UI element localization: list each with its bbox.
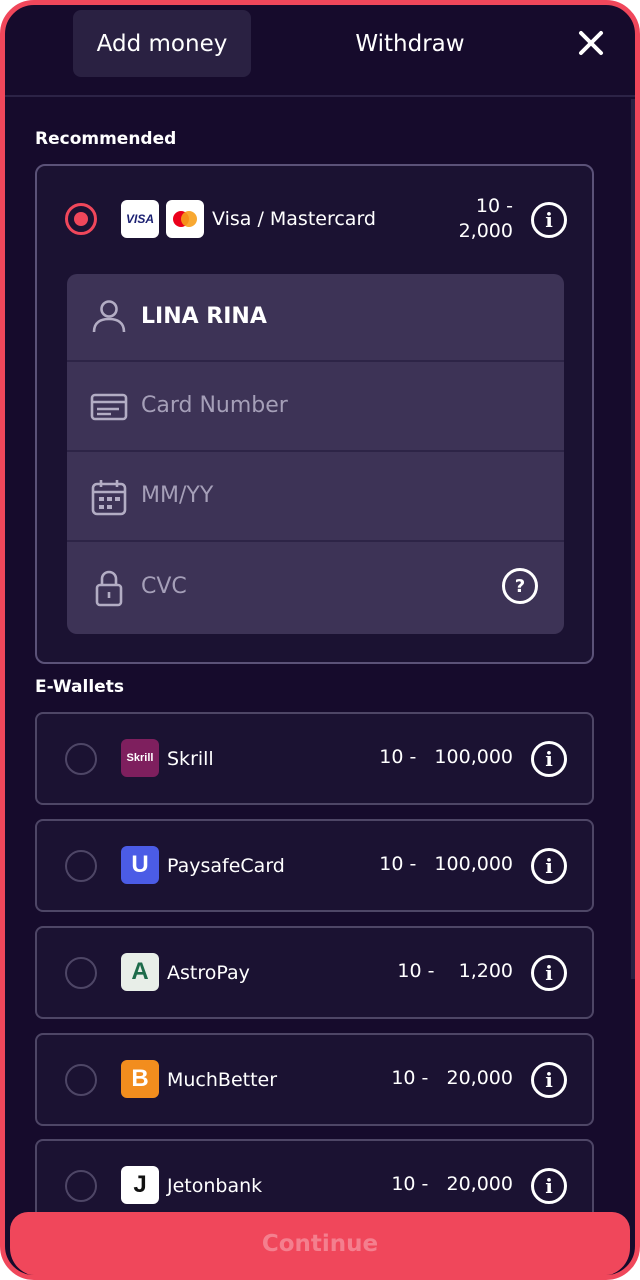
radio-skrill[interactable]: [65, 743, 97, 775]
method-name-visa-mastercard: Visa / Mastercard: [212, 208, 376, 230]
section-title-recommended: Recommended: [35, 129, 177, 149]
range-visa-mastercard: 10 - 2,000: [437, 194, 513, 244]
skrill-logo: Skrill: [121, 739, 159, 777]
info-icon[interactable]: i: [531, 1062, 567, 1098]
radio-visa-mastercard[interactable]: [65, 203, 97, 235]
info-icon[interactable]: i: [531, 1168, 567, 1204]
continue-button[interactable]: Continue: [10, 1212, 630, 1275]
method-name-astropay: AstroPay: [167, 962, 250, 984]
range-min: 10 -: [475, 195, 513, 217]
user-icon: [92, 300, 126, 333]
close-icon: [579, 31, 603, 55]
expiry-row: [67, 452, 564, 542]
method-name-paysafecard: PaysafeCard: [167, 855, 285, 877]
paysafecard-logo-text: U: [131, 851, 149, 878]
radio-muchbetter[interactable]: [65, 1064, 97, 1096]
range-paysafecard: 10 - 100,000: [379, 853, 513, 875]
range-astropay: 10 - 1,200: [397, 960, 513, 982]
expiry-input[interactable]: [141, 475, 481, 515]
cardholder-name-input[interactable]: [141, 296, 481, 336]
range-muchbetter: 10 - 20,000: [391, 1067, 513, 1089]
mastercard-logo: [166, 200, 204, 238]
mastercard-icon: [173, 211, 197, 227]
payment-modal: Add money Withdraw Recommended VISA Visa…: [0, 0, 640, 1280]
section-title-ewallets: E-Wallets: [35, 677, 124, 697]
radio-paysafecard[interactable]: [65, 850, 97, 882]
payment-option-skrill[interactable]: Skrill Skrill 10 - 100,000 i: [35, 712, 594, 805]
astropay-logo-text: A: [131, 958, 149, 985]
credit-card-icon: [90, 393, 128, 421]
card-form: ?: [67, 274, 564, 634]
method-name-muchbetter: MuchBetter: [167, 1069, 278, 1091]
range-jetonbank: 10 - 20,000: [391, 1173, 513, 1195]
jetonbank-logo: J: [121, 1166, 159, 1204]
info-icon[interactable]: i: [531, 848, 567, 884]
modal-header: Add money Withdraw: [5, 5, 635, 97]
cardholder-row: [67, 274, 564, 362]
calendar-icon: [91, 480, 127, 516]
skrill-logo-text: Skrill: [126, 752, 154, 764]
method-name-skrill: Skrill: [167, 748, 214, 770]
method-name-jetonbank: Jetonbank: [167, 1175, 263, 1197]
muchbetter-logo: B: [121, 1060, 159, 1098]
payment-option-astropay[interactable]: A AstroPay 10 - 1,200 i: [35, 926, 594, 1019]
range-skrill: 10 - 100,000: [379, 746, 513, 768]
astropay-logo: A: [121, 953, 159, 991]
visa-logo: VISA: [121, 200, 159, 238]
cvc-help-icon[interactable]: ?: [502, 568, 538, 604]
card-number-row: [67, 362, 564, 452]
info-icon[interactable]: i: [531, 955, 567, 991]
cvc-input[interactable]: [141, 566, 481, 606]
radio-jetonbank[interactable]: [65, 1170, 97, 1202]
paysafecard-logo: U: [121, 846, 159, 884]
jetonbank-logo-text: J: [133, 1171, 147, 1198]
payment-option-paysafecard[interactable]: U PaysafeCard 10 - 100,000 i: [35, 819, 594, 912]
card-number-input[interactable]: [141, 385, 481, 425]
visa-logo-text: VISA: [125, 212, 154, 226]
payment-option-visa-mastercard[interactable]: VISA Visa / Mastercard 10 - 2,000 i LINA …: [35, 164, 594, 664]
info-icon[interactable]: i: [531, 741, 567, 777]
lock-icon: [95, 570, 123, 607]
muchbetter-logo-text: B: [131, 1065, 149, 1092]
tab-add-money[interactable]: Add money: [73, 10, 251, 77]
cvc-row: ?: [67, 542, 564, 634]
info-icon[interactable]: i: [531, 202, 567, 238]
scrollbar[interactable]: [631, 99, 635, 979]
close-button[interactable]: [573, 25, 609, 61]
payment-option-muchbetter[interactable]: B MuchBetter 10 - 20,000 i: [35, 1033, 594, 1126]
tab-withdraw[interactable]: Withdraw: [335, 10, 485, 77]
radio-astropay[interactable]: [65, 957, 97, 989]
range-max: 2,000: [458, 220, 513, 242]
